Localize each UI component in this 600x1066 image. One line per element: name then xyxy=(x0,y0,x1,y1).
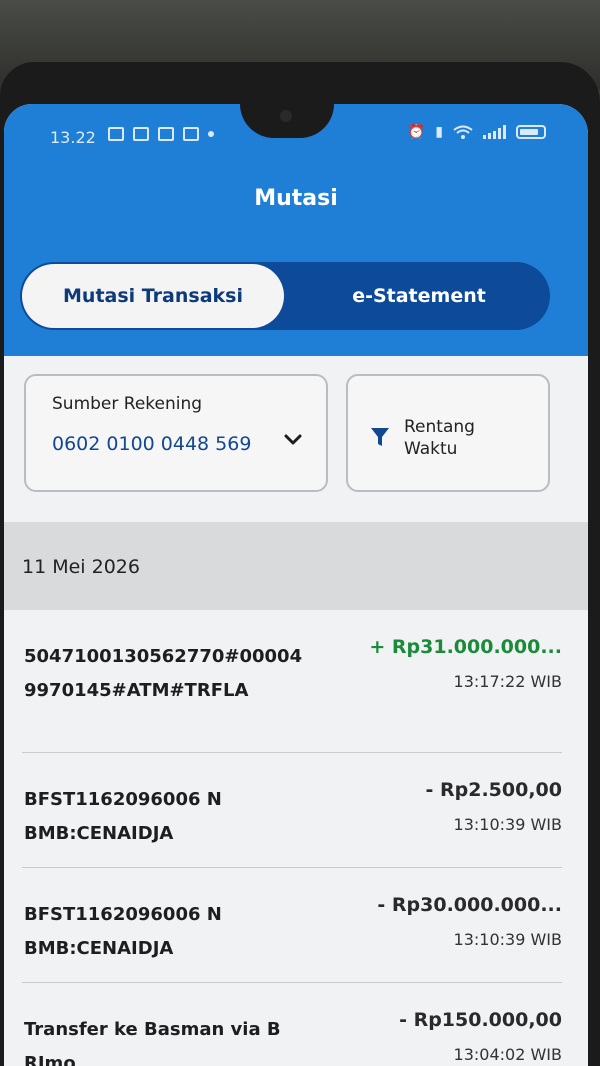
battery-icon xyxy=(516,125,546,139)
filter-icon xyxy=(371,428,389,446)
chevron-down-icon xyxy=(284,434,302,445)
notification-icon xyxy=(133,127,149,141)
phone-screen: 13.22 ⏰ ▮ Mutasi Mutasi Transaksi e-Stat… xyxy=(4,104,588,1066)
transaction-list: 5047100130562770#000049970145#ATM#TRFLA … xyxy=(4,610,588,1066)
transaction-description: Transfer ke Basman via BRImo xyxy=(24,1019,281,1066)
transaction-row[interactable]: 5047100130562770#000049970145#ATM#TRFLA … xyxy=(22,610,562,753)
account-selector[interactable]: Sumber Rekening 0602 0100 0448 569 xyxy=(24,374,328,492)
transaction-time: 13:17:22 WIB xyxy=(453,672,562,691)
account-label: Sumber Rekening xyxy=(52,394,203,414)
alarm-icon: ⏰ xyxy=(407,124,426,140)
notification-icon xyxy=(158,127,174,141)
page-title: Mutasi xyxy=(254,186,338,211)
tab-e-statement[interactable]: e-Statement xyxy=(288,262,550,330)
transaction-row[interactable]: BFST1162096006 NBMB:CENAIDJA - Rp30.000.… xyxy=(22,868,562,983)
tab-bar: Mutasi Transaksi e-Statement xyxy=(20,262,550,330)
date-range-filter[interactable]: Rentang Waktu xyxy=(346,374,550,492)
camera-icon xyxy=(280,110,292,122)
transaction-amount: - Rp2.500,00 xyxy=(425,779,563,801)
transaction-time: 13:04:02 WIB xyxy=(453,1045,562,1064)
transaction-amount: - Rp150.000,00 xyxy=(399,1009,562,1031)
transaction-amount: - Rp30.000.000... xyxy=(377,894,562,916)
transaction-row[interactable]: Transfer ke Basman via BRImo - Rp150.000… xyxy=(22,983,562,1066)
notification-icons xyxy=(108,127,214,141)
signal-icon xyxy=(483,125,506,139)
account-number: 0602 0100 0448 569 xyxy=(52,433,252,455)
transaction-row[interactable]: BFST1162096006 NBMB:CENAIDJA - Rp2.500,0… xyxy=(22,753,562,868)
transaction-description: BFST1162096006 NBMB:CENAIDJA xyxy=(24,904,222,959)
tab-mutasi-transaksi[interactable]: Mutasi Transaksi xyxy=(22,264,284,328)
vibrate-icon: ▮ xyxy=(435,124,443,140)
date-group-header: 11 Mei 2026 xyxy=(4,522,588,610)
system-status-icons: ⏰ ▮ xyxy=(408,124,546,140)
wifi-icon xyxy=(453,125,473,139)
transaction-time: 13:10:39 WIB xyxy=(453,930,562,949)
date-group-label: 11 Mei 2026 xyxy=(22,556,140,578)
notification-icon xyxy=(108,127,124,141)
transaction-description: 5047100130562770#000049970145#ATM#TRFLA xyxy=(24,646,303,701)
status-time: 13.22 xyxy=(50,128,96,147)
more-dot-icon xyxy=(208,131,214,137)
camera-notch xyxy=(240,104,334,138)
transaction-amount: + Rp31.000.000... xyxy=(369,636,562,658)
app-header: 13.22 ⏰ ▮ Mutasi Mutasi Transaksi e-Stat… xyxy=(4,104,588,356)
transaction-time: 13:10:39 WIB xyxy=(453,815,562,834)
notification-icon xyxy=(183,127,199,141)
transaction-description: BFST1162096006 NBMB:CENAIDJA xyxy=(24,789,222,844)
date-range-label: Rentang Waktu xyxy=(404,417,475,459)
